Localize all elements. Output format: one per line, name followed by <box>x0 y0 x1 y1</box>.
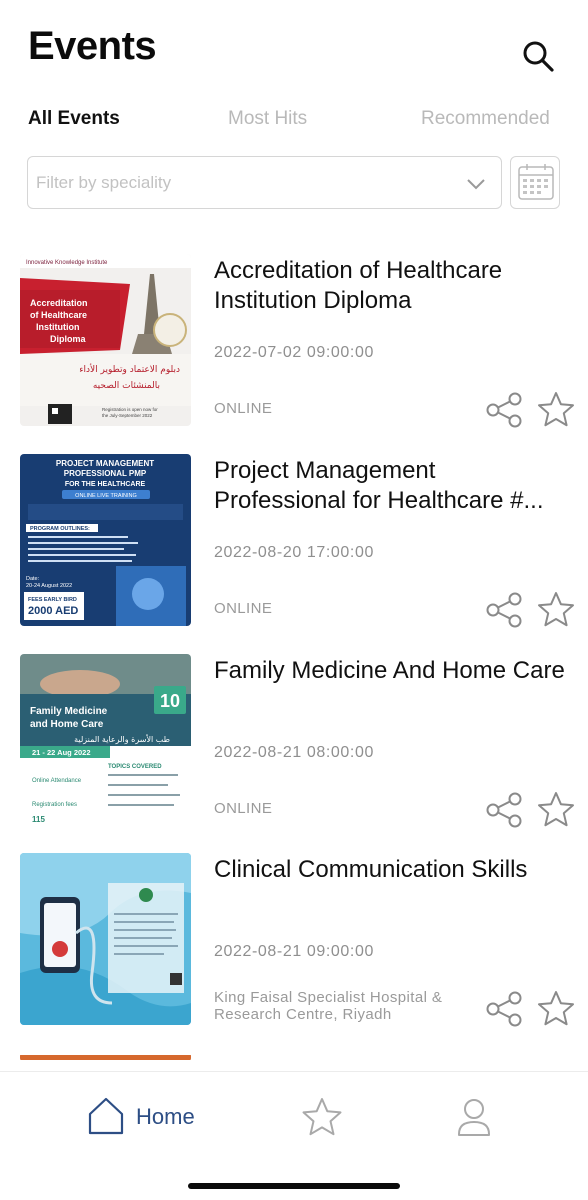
event-date: 2022-08-21 09:00:00 <box>214 943 374 960</box>
event-thumbnail[interactable] <box>20 853 191 1025</box>
home-indicator <box>188 1183 400 1189</box>
search-icon <box>523 41 554 72</box>
share-icon <box>486 592 522 628</box>
svg-text:Diploma: Diploma <box>50 334 86 344</box>
event-date: 2022-07-02 09:00:00 <box>214 344 374 361</box>
star-icon <box>302 1098 342 1136</box>
share-icon <box>486 392 522 428</box>
calendar-button[interactable] <box>510 156 560 209</box>
svg-text:PROFESSIONAL PMP: PROFESSIONAL PMP <box>64 469 147 478</box>
svg-text:21 - 22 Aug 2022: 21 - 22 Aug 2022 <box>32 748 91 757</box>
star-icon <box>538 792 574 827</box>
svg-text:Online Attendance: Online Attendance <box>32 778 82 784</box>
star-icon <box>538 392 574 427</box>
profile-icon <box>458 1099 490 1136</box>
thumb-org: Innovative Knowledge Institute <box>26 260 108 266</box>
page-title: Events <box>28 24 157 68</box>
event-thumbnail[interactable]: PROJECT MANAGEMENT PROFESSIONAL PMP FOR … <box>20 454 191 626</box>
svg-text:and Home Care: and Home Care <box>30 719 104 730</box>
event-thumbnail[interactable]: 10 Family Medicine and Home Care طب الأس… <box>20 654 191 826</box>
event-item[interactable] <box>0 1050 588 1060</box>
event-thumbnail[interactable] <box>20 1052 191 1060</box>
event-list: Innovative Knowledge Institute Accredita… <box>0 250 588 1060</box>
event-title[interactable]: Clinical Communication Skills <box>214 855 574 885</box>
tab-all-events[interactable]: All Events <box>28 108 120 130</box>
event-location: ONLINE <box>214 400 273 417</box>
star-icon <box>538 592 574 627</box>
svg-text:20-24 August 2022: 20-24 August 2022 <box>26 583 72 589</box>
svg-text:TOPICS COVERED: TOPICS COVERED <box>108 764 162 770</box>
svg-text:Registration is open now for: Registration is open now for <box>102 407 158 412</box>
svg-text:FOR THE HEALTHCARE: FOR THE HEALTHCARE <box>65 481 146 488</box>
speciality-filter[interactable] <box>27 156 502 209</box>
svg-text:2000 AED: 2000 AED <box>28 605 78 617</box>
home-icon <box>88 1097 124 1135</box>
svg-text:Registration fees: Registration fees <box>32 802 77 808</box>
svg-text:دبلوم الاعتماد وتطوير الأداء: دبلوم الاعتماد وتطوير الأداء <box>79 363 180 375</box>
event-location: ONLINE <box>214 800 273 817</box>
favorite-button[interactable] <box>536 590 576 630</box>
bottom-nav: Home <box>0 1071 588 1200</box>
svg-text:10: 10 <box>160 691 180 711</box>
share-button[interactable] <box>484 590 524 630</box>
nav-favorites[interactable] <box>300 1096 344 1140</box>
svg-text:Family Medicine: Family Medicine <box>30 706 108 717</box>
svg-text:PROGRAM OUTLINES:: PROGRAM OUTLINES: <box>30 526 90 532</box>
svg-text:FEES EARLY BIRD: FEES EARLY BIRD <box>28 597 77 603</box>
favorite-button[interactable] <box>536 790 576 830</box>
svg-text:the July-September 2022: the July-September 2022 <box>102 413 153 418</box>
share-icon <box>486 792 522 828</box>
event-thumbnail[interactable]: Innovative Knowledge Institute Accredita… <box>20 254 191 426</box>
share-button[interactable] <box>484 390 524 430</box>
svg-text:Accreditation: Accreditation <box>30 298 88 308</box>
event-item[interactable]: PROJECT MANAGEMENT PROFESSIONAL PMP FOR … <box>0 452 588 630</box>
svg-text:بالمنشئات الصحيه: بالمنشئات الصحيه <box>93 381 160 391</box>
event-item[interactable]: Clinical Communication Skills 2022-08-21… <box>0 851 588 1029</box>
speciality-filter-input[interactable] <box>36 169 456 197</box>
event-item[interactable]: 10 Family Medicine and Home Care طب الأس… <box>0 652 588 830</box>
svg-text:115: 115 <box>32 815 45 824</box>
header: Events <box>0 0 588 100</box>
event-title[interactable]: Project Management Professional for Heal… <box>214 456 574 516</box>
event-date: 2022-08-21 08:00:00 <box>214 744 374 761</box>
event-title[interactable]: Accreditation of Healthcare Institution … <box>214 256 574 316</box>
event-title[interactable]: Family Medicine And Home Care <box>214 656 574 686</box>
svg-text:طب الأسرة والرعاية المنزلية: طب الأسرة والرعاية المنزلية <box>74 734 170 744</box>
nav-profile[interactable] <box>454 1096 494 1140</box>
share-icon <box>486 991 522 1027</box>
share-button[interactable] <box>484 790 524 830</box>
nav-home[interactable]: Home <box>86 1096 206 1140</box>
event-location: King Faisal Specialist Hospital & Resear… <box>214 989 443 1023</box>
calendar-icon <box>518 164 554 200</box>
star-icon <box>538 991 574 1026</box>
svg-text:Date:: Date: <box>26 576 40 582</box>
event-tabs: All Events Most Hits Recommended <box>0 108 588 140</box>
thumb-heading: PROJECT MANAGEMENT <box>56 459 154 468</box>
nav-home-label: Home <box>136 1104 195 1129</box>
tab-recommended[interactable]: Recommended <box>421 108 550 130</box>
search-button[interactable] <box>520 38 556 74</box>
share-button[interactable] <box>484 989 524 1029</box>
svg-text:of Healthcare: of Healthcare <box>30 310 87 320</box>
favorite-button[interactable] <box>536 390 576 430</box>
event-item[interactable]: Innovative Knowledge Institute Accredita… <box>0 252 588 430</box>
svg-text:ONLINE LIVE TRAINING: ONLINE LIVE TRAINING <box>75 493 137 499</box>
favorite-button[interactable] <box>536 989 576 1029</box>
event-location: ONLINE <box>214 600 273 617</box>
tab-most-hits[interactable]: Most Hits <box>228 108 307 130</box>
event-date: 2022-08-20 17:00:00 <box>214 544 374 561</box>
svg-text:Institution: Institution <box>36 322 80 332</box>
chevron-down-icon[interactable] <box>465 173 487 195</box>
